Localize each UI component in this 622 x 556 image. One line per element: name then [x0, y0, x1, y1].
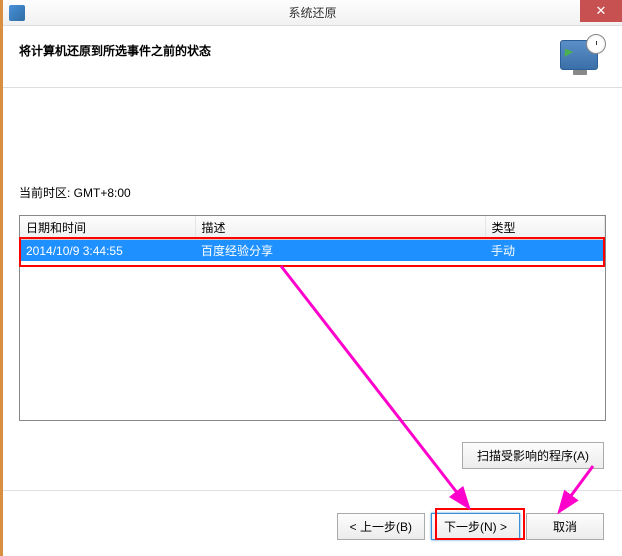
page-heading: 将计算机还原到所选事件之前的状态: [19, 42, 211, 59]
col-header-desc[interactable]: 描述: [195, 216, 485, 240]
scan-affected-button[interactable]: 扫描受影响的程序(A): [462, 442, 604, 469]
back-button[interactable]: < 上一步(B): [337, 513, 425, 540]
divider: [3, 490, 622, 491]
cell-date: 2014/10/9 3:44:55: [20, 240, 195, 262]
window-title: 系统还原: [288, 4, 336, 21]
system-restore-window: 系统还原 ✕ 将计算机还原到所选事件之前的状态 当前时区: GMT+8:00 日…: [0, 0, 622, 556]
timezone-label: 当前时区: GMT+8:00: [19, 184, 606, 201]
close-button[interactable]: ✕: [580, 0, 622, 22]
cell-type: 手动: [485, 240, 605, 262]
restore-icon: [560, 40, 602, 82]
restore-points-table[interactable]: 日期和时间 描述 类型 2014/10/9 3:44:55 百度经验分享 手动: [19, 215, 606, 421]
cancel-button[interactable]: 取消: [526, 513, 604, 540]
col-header-date[interactable]: 日期和时间: [20, 216, 195, 240]
header: 将计算机还原到所选事件之前的状态: [3, 26, 622, 88]
next-button[interactable]: 下一步(N) >: [431, 513, 520, 540]
table-row[interactable]: 2014/10/9 3:44:55 百度经验分享 手动: [20, 240, 605, 262]
wizard-footer: < 上一步(B) 下一步(N) > 取消: [337, 513, 604, 540]
col-header-type[interactable]: 类型: [485, 216, 605, 240]
content-area: 当前时区: GMT+8:00 日期和时间 描述 类型 2014/10/9 3:4…: [3, 184, 622, 421]
app-icon: [9, 5, 25, 21]
titlebar: 系统还原 ✕: [3, 0, 622, 26]
cell-desc: 百度经验分享: [195, 240, 485, 262]
